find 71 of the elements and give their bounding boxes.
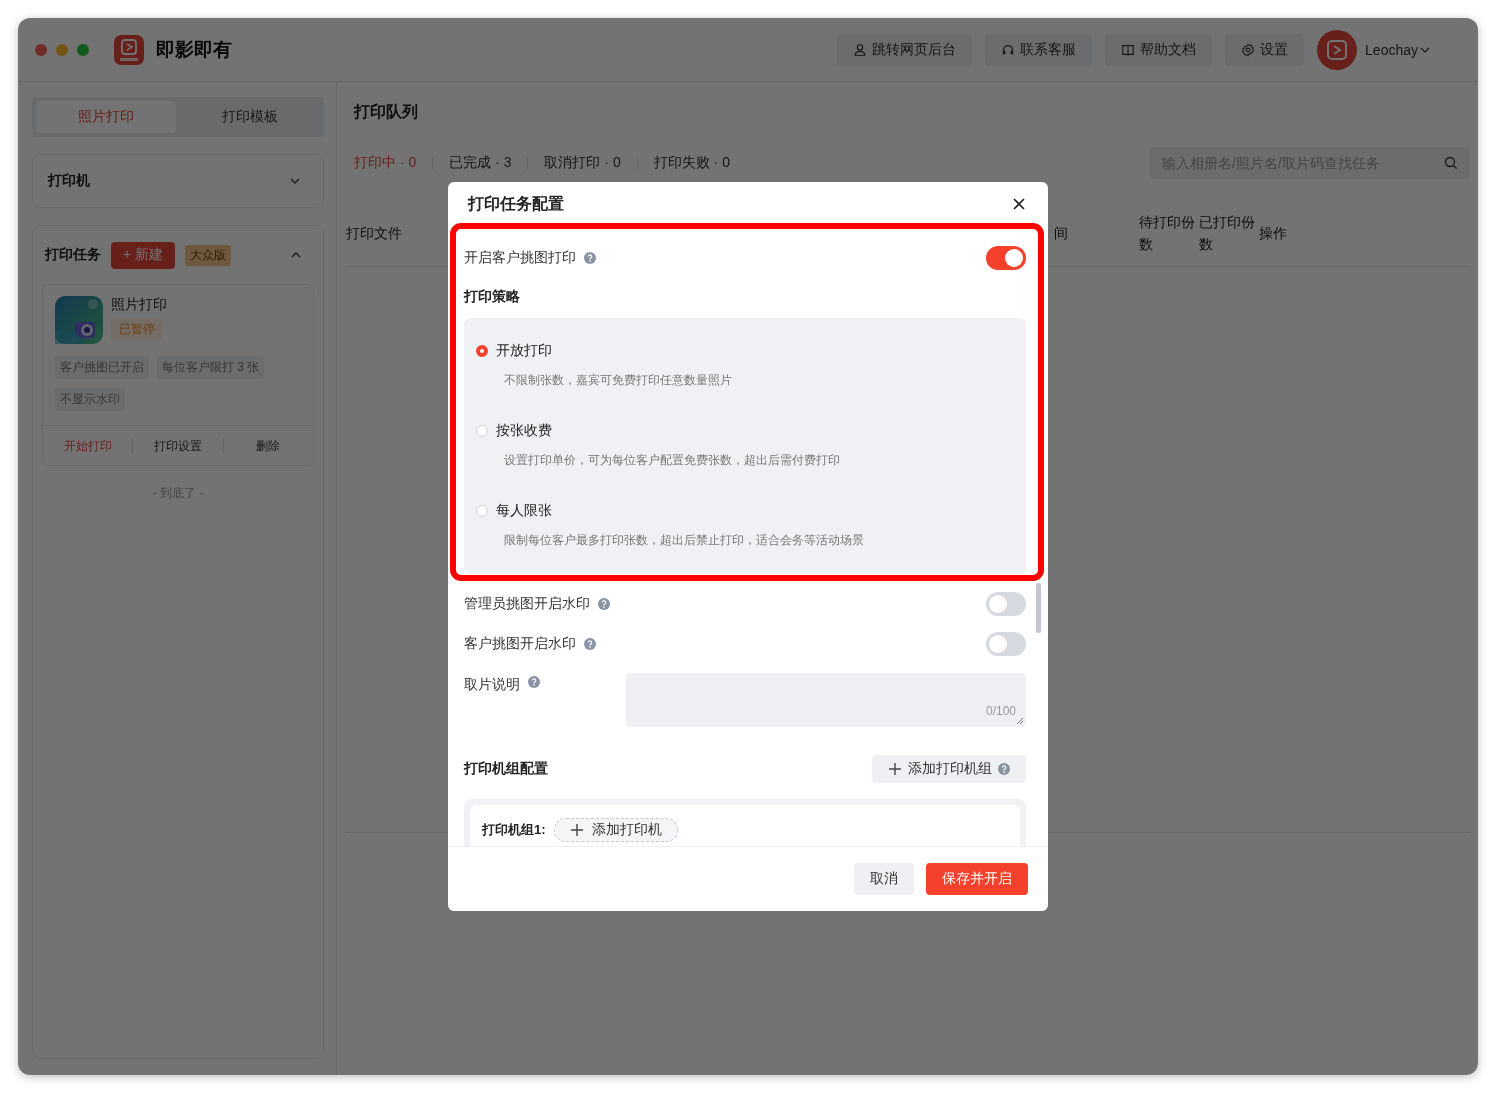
edition-badge: 大众版 xyxy=(185,244,232,266)
headset-icon xyxy=(1001,42,1016,57)
option-label: 开放打印 xyxy=(496,342,552,360)
column-header: 间 xyxy=(1054,224,1069,243)
tab[interactable]: 照片打印 xyxy=(36,101,176,133)
task-title: 照片打印 xyxy=(111,296,167,314)
resize-handle-icon xyxy=(1016,717,1024,725)
option-label: 按张收费 xyxy=(496,422,552,440)
tab[interactable]: 打印模板 xyxy=(180,101,320,133)
help-icon xyxy=(584,638,596,650)
dialog-title: 打印任务配置 xyxy=(468,193,564,214)
option-description: 不限制张数，嘉宾可免费打印任意数量照片 xyxy=(503,372,733,389)
toggle-switch[interactable] xyxy=(986,246,1026,270)
setting-label: 管理员挑图开启水印 xyxy=(464,595,590,613)
plus-icon xyxy=(569,823,584,837)
task-action-link[interactable]: 开始打印 xyxy=(43,437,133,454)
close-icon xyxy=(1012,197,1026,211)
user-avatar xyxy=(1317,29,1358,70)
toggle-switch[interactable] xyxy=(986,632,1026,656)
setting-label: 客户挑图开启水印 xyxy=(464,635,576,653)
option-description: 设置打印单价，可为每位客户配置免费张数，超出后需付费打印 xyxy=(503,452,841,469)
column-header: 已打印份数 xyxy=(1199,213,1256,254)
text-area[interactable]: 0/100 xyxy=(626,673,1026,727)
section-title: 打印机 xyxy=(48,172,90,190)
filter-tab[interactable]: 取消打印 · 0 xyxy=(544,154,621,172)
toolbar-button[interactable]: 设置 xyxy=(1225,33,1305,66)
toolbar-button[interactable]: 帮助文档 xyxy=(1105,33,1213,66)
save-button[interactable]: 保存并开启 xyxy=(926,863,1028,895)
status-badge: 已暂停 xyxy=(111,319,163,340)
setting-label: 开启客户挑图打印 xyxy=(464,249,576,267)
help-icon xyxy=(598,598,610,610)
group-title: 打印机组1: xyxy=(482,821,546,839)
section-title: 打印任务 xyxy=(45,246,101,264)
zoom-button[interactable] xyxy=(77,43,89,56)
toolbar-button[interactable]: 联系客服 xyxy=(985,33,1093,66)
radio-button[interactable] xyxy=(476,345,488,357)
column-header: 打印文件 xyxy=(346,224,403,243)
new-button[interactable]: + 新建 xyxy=(111,241,176,269)
plus-icon xyxy=(888,762,902,776)
filter-tab[interactable]: 打印中 · 0 xyxy=(354,154,417,172)
add-printer-button[interactable]: 添加打印机 xyxy=(553,818,678,842)
task-action-link[interactable]: 删除 xyxy=(222,437,313,454)
app-logo xyxy=(114,34,144,65)
setting-label: 取片说明 xyxy=(464,676,520,694)
character-counter: 0/100 xyxy=(985,704,1016,718)
help-icon xyxy=(998,763,1010,775)
add-group-button[interactable]: 添加打印机组 xyxy=(872,755,1026,783)
user-icon xyxy=(853,42,868,57)
close-button[interactable] xyxy=(35,43,47,56)
toggle-switch[interactable] xyxy=(986,592,1026,616)
section-title: 打印机组配置 xyxy=(464,760,548,778)
help-icon xyxy=(528,676,540,688)
app-name: 即影即有 xyxy=(156,37,232,62)
option-label: 每人限张 xyxy=(496,502,552,520)
section-title: 打印策略 xyxy=(464,287,521,306)
user-menu[interactable]: Leochay xyxy=(1365,41,1430,58)
settings-icon xyxy=(1241,42,1256,57)
filter-tab[interactable]: 已完成 · 3 xyxy=(449,154,512,172)
search-icon xyxy=(1444,156,1458,170)
option-description: 限制每位客户最多打印张数，超出后禁止打印，适合会务等活动场景 xyxy=(503,532,865,549)
task-action-link[interactable]: 打印设置 xyxy=(132,437,223,454)
column-header: 操作 xyxy=(1259,224,1287,243)
filter-tab[interactable]: 打印失败 · 0 xyxy=(653,154,730,172)
scrollbar[interactable] xyxy=(1036,583,1041,633)
toolbar-button[interactable]: 跳转网页后台 xyxy=(837,33,973,66)
book-icon xyxy=(1121,42,1136,57)
minimize-button[interactable] xyxy=(56,43,68,56)
page-title: 打印队列 xyxy=(352,102,419,122)
help-icon xyxy=(584,252,596,264)
column-header: 待打印份数 xyxy=(1139,213,1196,254)
cancel-button[interactable]: 取消 xyxy=(854,863,914,895)
